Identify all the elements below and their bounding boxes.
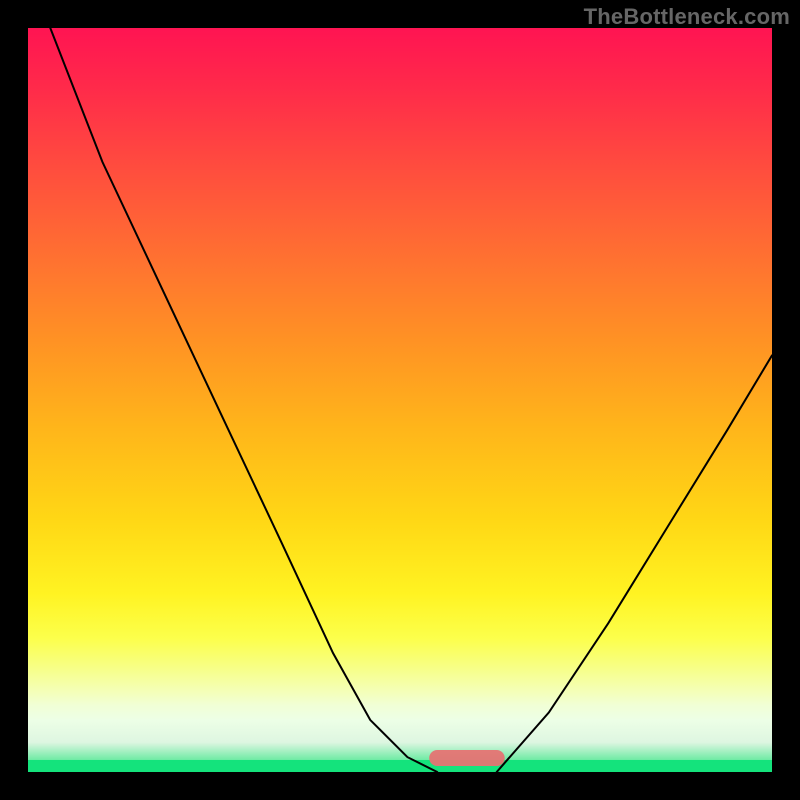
watermark-text: TheBottleneck.com <box>584 4 790 30</box>
right-curve <box>497 355 772 772</box>
plot-area <box>28 28 772 772</box>
left-curve <box>50 28 437 772</box>
curves-svg <box>28 28 772 772</box>
chart-frame: TheBottleneck.com <box>0 0 800 800</box>
